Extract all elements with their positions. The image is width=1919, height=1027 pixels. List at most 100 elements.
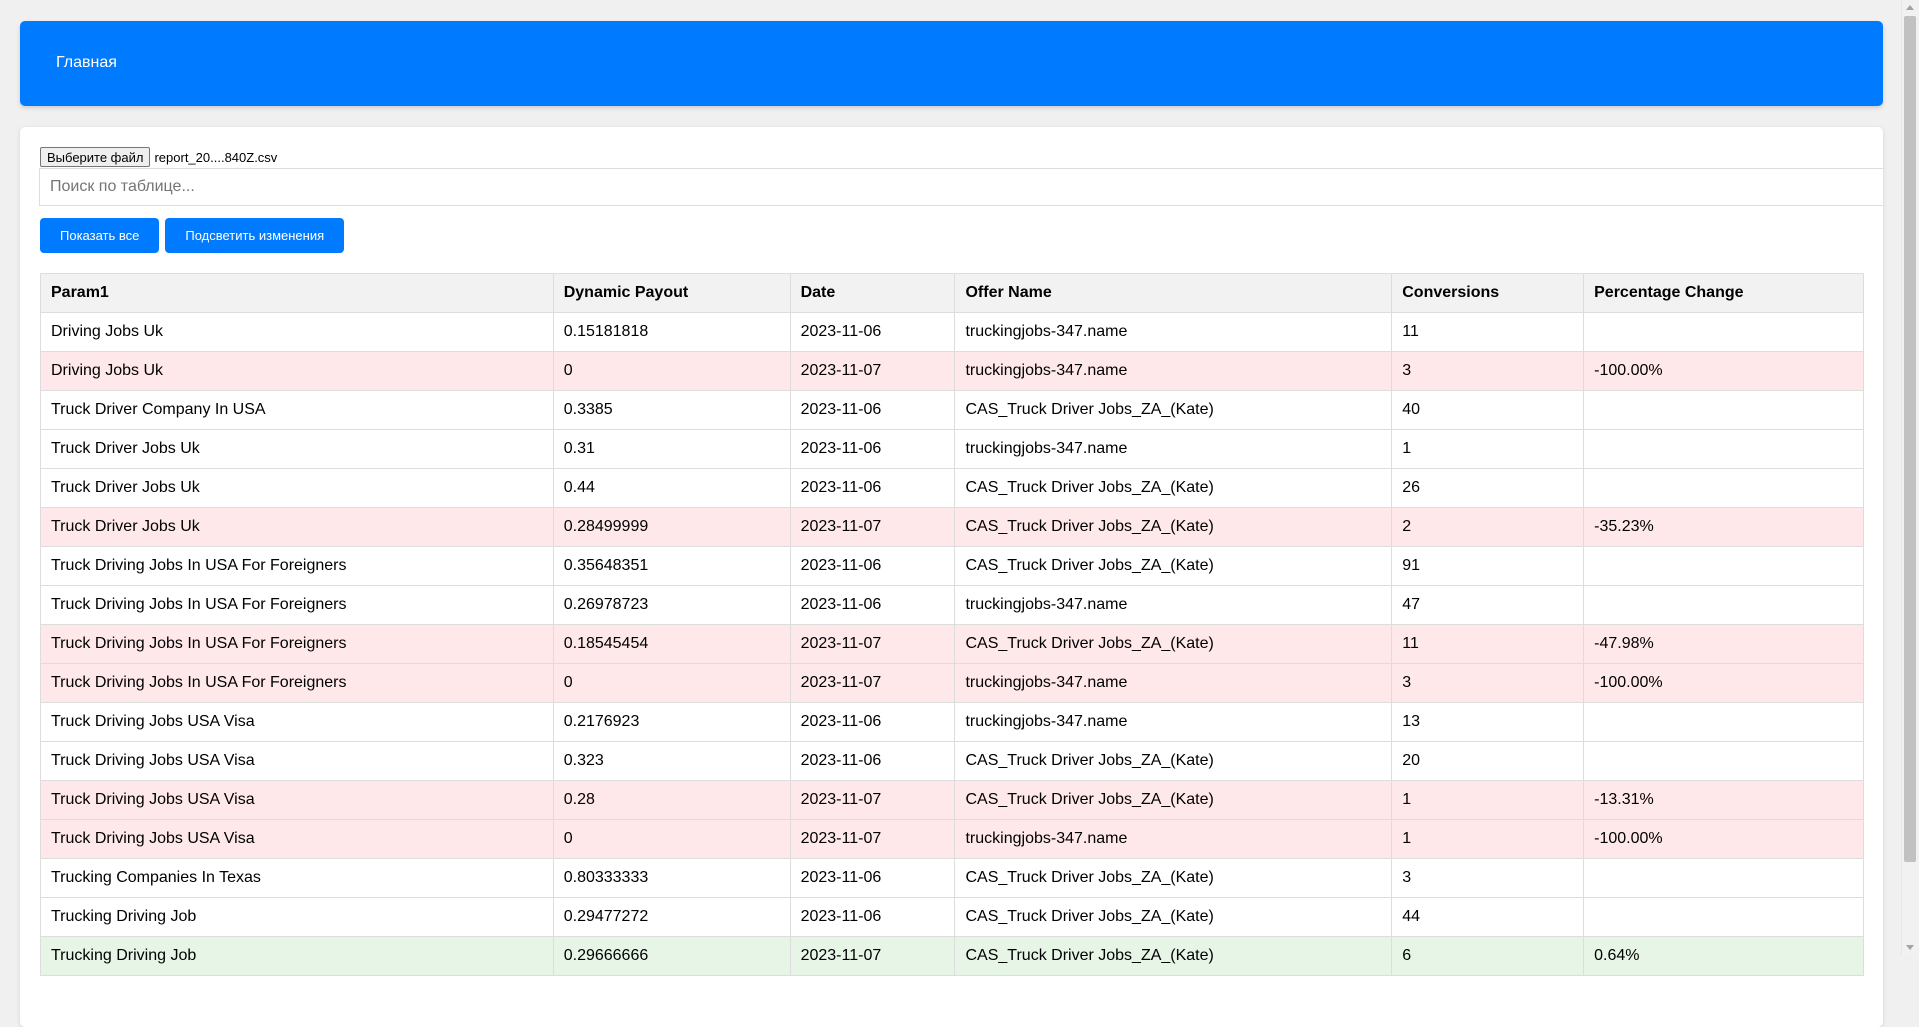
param1-cell: Truck Driving Jobs USA Visa [40, 780, 554, 820]
column-header[interactable]: Offer Name [954, 273, 1393, 313]
conversions-cell: 20 [1391, 741, 1585, 781]
offer-name-cell: truckingjobs-347.name [954, 585, 1393, 625]
table-row: Truck Driving Jobs In USA For Foreigners… [40, 546, 1864, 586]
choose-file-button[interactable]: Выберите файл [40, 147, 151, 167]
date-cell: 2023-11-07 [789, 663, 956, 703]
percentage-change-cell [1583, 468, 1864, 508]
offer-name-cell: CAS_Truck Driver Jobs_ZA_(Kate) [954, 390, 1393, 430]
table-row: Trucking Driving Job 0.29666666 2023-11-07… [40, 936, 1864, 976]
date-cell: 2023-11-06 [789, 741, 956, 781]
show-all-button[interactable]: Показать все [40, 218, 160, 253]
table-row: Driving Jobs Uk 0.15181818 2023-11-06 truck… [40, 312, 1864, 352]
date-cell: 2023-11-07 [789, 351, 956, 391]
date-cell: 2023-11-07 [789, 507, 956, 547]
payout-cell: 0.28499999 [552, 507, 791, 547]
percentage-change-cell: -100.00% [1583, 819, 1864, 859]
date-cell: 2023-11-07 [789, 936, 956, 976]
date-cell: 2023-11-06 [789, 546, 956, 586]
table-row: Truck Driving Jobs USA Visa 0.2176923 2023… [40, 702, 1864, 742]
selected-file-name: report_20....840Z.csv [154, 149, 278, 165]
table-row: Truck Driving Jobs USA Visa 0.28 2023-11-0… [40, 780, 1864, 820]
file-input-row: Выберите файл report_20....840Z.csv [40, 147, 277, 167]
date-cell: 2023-11-06 [789, 468, 956, 508]
offer-name-cell: CAS_Truck Driver Jobs_ZA_(Kate) [954, 858, 1393, 898]
table-row: Truck Driving Jobs In USA For Foreigners… [40, 624, 1864, 664]
payout-cell: 0.15181818 [552, 312, 791, 352]
column-header[interactable]: Dynamic Payout [552, 273, 791, 313]
percentage-change-cell [1583, 858, 1864, 898]
percentage-change-cell [1583, 702, 1864, 742]
scroll-thumb[interactable] [1904, 16, 1916, 862]
param1-cell: Truck Driver Company In USA [40, 390, 554, 430]
percentage-change-cell [1583, 546, 1864, 586]
table-row: Trucking Driving Job 0.29477272 2023-11-06… [40, 897, 1864, 937]
table-body: Driving Jobs Uk 0.15181818 2023-11-06 truck… [40, 312, 1864, 976]
percentage-change-cell [1583, 741, 1864, 781]
param1-cell: Trucking Driving Job [40, 936, 554, 976]
conversions-cell: 6 [1391, 936, 1585, 976]
param1-cell: Truck Driving Jobs USA Visa [40, 819, 554, 859]
column-header[interactable]: Conversions [1391, 273, 1585, 313]
offer-name-cell: truckingjobs-347.name [954, 312, 1393, 352]
column-header[interactable]: Param1 [40, 273, 554, 313]
scroll-up-arrow-icon[interactable] [1906, 5, 1914, 10]
table-row: Truck Driving Jobs In USA For Foreigners… [40, 585, 1864, 625]
percentage-change-cell: -13.31% [1583, 780, 1864, 820]
conversions-cell: 3 [1391, 351, 1585, 391]
date-cell: 2023-11-06 [789, 390, 956, 430]
offer-name-cell: truckingjobs-347.name [954, 663, 1393, 703]
date-cell: 2023-11-06 [789, 702, 956, 742]
conversions-cell: 1 [1391, 819, 1585, 859]
table-row: Trucking Companies In Texas 0.80333333 202… [40, 858, 1864, 898]
offer-name-cell: CAS_Truck Driver Jobs_ZA_(Kate) [954, 624, 1393, 664]
column-header[interactable]: Percentage Change [1583, 273, 1864, 313]
date-cell: 2023-11-07 [789, 624, 956, 664]
param1-cell: Truck Driving Jobs USA Visa [40, 741, 554, 781]
offer-name-cell: CAS_Truck Driver Jobs_ZA_(Kate) [954, 468, 1393, 508]
offer-name-cell: CAS_Truck Driver Jobs_ZA_(Kate) [954, 507, 1393, 547]
conversions-cell: 11 [1391, 624, 1585, 664]
table-search-input[interactable] [39, 168, 1883, 206]
percentage-change-cell [1583, 429, 1864, 469]
page-scrollbar[interactable] [1901, 0, 1919, 955]
table-row: Truck Driver Jobs Uk 0.44 2023-11-06 CAS_Tr… [40, 468, 1864, 508]
conversions-cell: 1 [1391, 429, 1585, 469]
percentage-change-cell: -100.00% [1583, 663, 1864, 703]
param1-cell: Truck Driving Jobs In USA For Foreigners [40, 585, 554, 625]
home-link[interactable]: Главная [56, 54, 117, 72]
payout-cell: 0 [552, 663, 791, 703]
offer-name-cell: CAS_Truck Driver Jobs_ZA_(Kate) [954, 780, 1393, 820]
percentage-change-cell [1583, 312, 1864, 352]
param1-cell: Truck Driver Jobs Uk [40, 468, 554, 508]
payout-cell: 0.29477272 [552, 897, 791, 937]
data-table: Param1 Dynamic Payout Date Offer Name Co… [40, 273, 1864, 976]
conversions-cell: 44 [1391, 897, 1585, 937]
param1-cell: Driving Jobs Uk [40, 312, 554, 352]
table-row: Truck Driver Jobs Uk 0.31 2023-11-06 trucki… [40, 429, 1864, 469]
date-cell: 2023-11-06 [789, 312, 956, 352]
payout-cell: 0.31 [552, 429, 791, 469]
payout-cell: 0.35648351 [552, 546, 791, 586]
conversions-cell: 3 [1391, 858, 1585, 898]
table-row: Truck Driving Jobs USA Visa 0 2023-11-07 tr… [40, 819, 1864, 859]
param1-cell: Truck Driving Jobs In USA For Foreigners [40, 546, 554, 586]
percentage-change-cell: 0.64% [1583, 936, 1864, 976]
action-buttons: Показать все Подсветить изменения [40, 218, 345, 253]
highlight-changes-button[interactable]: Подсветить изменения [165, 218, 345, 253]
conversions-cell: 91 [1391, 546, 1585, 586]
percentage-change-cell: -35.23% [1583, 507, 1864, 547]
offer-name-cell: CAS_Truck Driver Jobs_ZA_(Kate) [954, 897, 1393, 937]
percentage-change-cell [1583, 585, 1864, 625]
conversions-cell: 13 [1391, 702, 1585, 742]
param1-cell: Trucking Driving Job [40, 897, 554, 937]
payout-cell: 0.44 [552, 468, 791, 508]
payout-cell: 0.29666666 [552, 936, 791, 976]
column-header[interactable]: Date [789, 273, 956, 313]
param1-cell: Truck Driver Jobs Uk [40, 507, 554, 547]
conversions-cell: 3 [1391, 663, 1585, 703]
param1-cell: Truck Driving Jobs In USA For Foreigners [40, 624, 554, 664]
top-header: Главная [20, 21, 1883, 106]
scroll-down-arrow-icon[interactable] [1906, 945, 1914, 950]
date-cell: 2023-11-06 [789, 429, 956, 469]
payout-cell: 0.80333333 [552, 858, 791, 898]
